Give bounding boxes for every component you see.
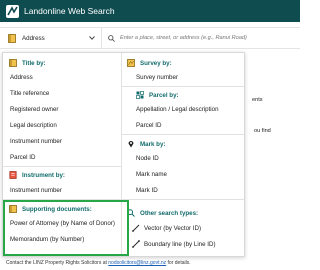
search-bar: Address bbox=[0, 27, 300, 49]
parcel-grid-icon bbox=[136, 91, 144, 99]
menu-item-registered-owner[interactable]: Registered owner bbox=[10, 106, 59, 113]
instrument-group-heading: Instrument by: bbox=[9, 171, 65, 179]
divider bbox=[122, 86, 244, 87]
menu-item-instrument-number[interactable]: Instrument number bbox=[10, 187, 62, 194]
menu-item-appellation[interactable]: Appellation / Legal description bbox=[136, 106, 219, 113]
search-input[interactable] bbox=[120, 35, 300, 41]
menu-item-mark-name[interactable]: Mark name bbox=[136, 171, 167, 178]
menu-item-parcel-id[interactable]: Parcel ID bbox=[136, 122, 161, 129]
menu-item-title-address[interactable]: Address bbox=[10, 74, 33, 81]
survey-group-heading: Survey by: bbox=[127, 59, 172, 67]
menu-item-node-id[interactable]: Node ID bbox=[136, 155, 159, 162]
mark-group-heading: Mark by: bbox=[127, 140, 165, 148]
menu-item-vector[interactable]: Vector (by Vector ID) bbox=[132, 224, 201, 232]
divider bbox=[122, 199, 244, 200]
book-icon bbox=[9, 59, 17, 67]
app-title: Landonline Web Search bbox=[24, 6, 115, 16]
survey-map-icon bbox=[127, 59, 135, 67]
background-footer-text: Contact the LINZ Property Rights Solicit… bbox=[0, 256, 300, 270]
background-text-fragment: ents bbox=[252, 97, 263, 103]
footer-suffix: for details. bbox=[167, 260, 191, 266]
instrument-document-icon bbox=[9, 171, 17, 179]
supporting-documents-highlight bbox=[3, 200, 129, 256]
chevron-down-icon bbox=[89, 36, 95, 40]
search-icon bbox=[108, 34, 115, 42]
app-header: Landonline Web Search bbox=[0, 0, 300, 22]
search-field bbox=[102, 28, 300, 48]
menu-item-title-instrument-number[interactable]: Instrument number bbox=[10, 138, 62, 145]
menu-item-legal-description[interactable]: Legal description bbox=[10, 122, 57, 129]
divider bbox=[122, 134, 244, 135]
menu-item-mark-id[interactable]: Mark ID bbox=[136, 187, 158, 194]
boundary-line-icon bbox=[132, 240, 140, 248]
footer-prefix: Contact the LINZ Property Rights Solicit… bbox=[6, 260, 107, 266]
background-text-fragment: ou find bbox=[254, 128, 271, 134]
other-search-types-heading: Other search types: bbox=[127, 209, 198, 217]
parcel-group-heading: Parcel by: bbox=[136, 91, 179, 99]
book-icon bbox=[8, 33, 16, 43]
search-type-select[interactable]: Address bbox=[0, 28, 102, 48]
menu-item-boundary-line[interactable]: Boundary line (by Line ID) bbox=[132, 240, 216, 248]
landonline-logo-icon bbox=[6, 4, 19, 18]
vector-line-icon bbox=[132, 224, 140, 232]
menu-item-survey-number[interactable]: Survey number bbox=[136, 74, 178, 81]
divider bbox=[3, 166, 121, 167]
menu-item-title-parcel-id[interactable]: Parcel ID bbox=[10, 154, 35, 161]
search-type-label: Address bbox=[22, 34, 45, 42]
title-group-heading: Title by: bbox=[9, 59, 46, 67]
menu-item-title-reference[interactable]: Title reference bbox=[10, 90, 49, 97]
mark-pin-icon bbox=[128, 141, 134, 148]
solicitors-email-link[interactable]: nodsolicitors@linz.govt.nz bbox=[108, 260, 166, 266]
